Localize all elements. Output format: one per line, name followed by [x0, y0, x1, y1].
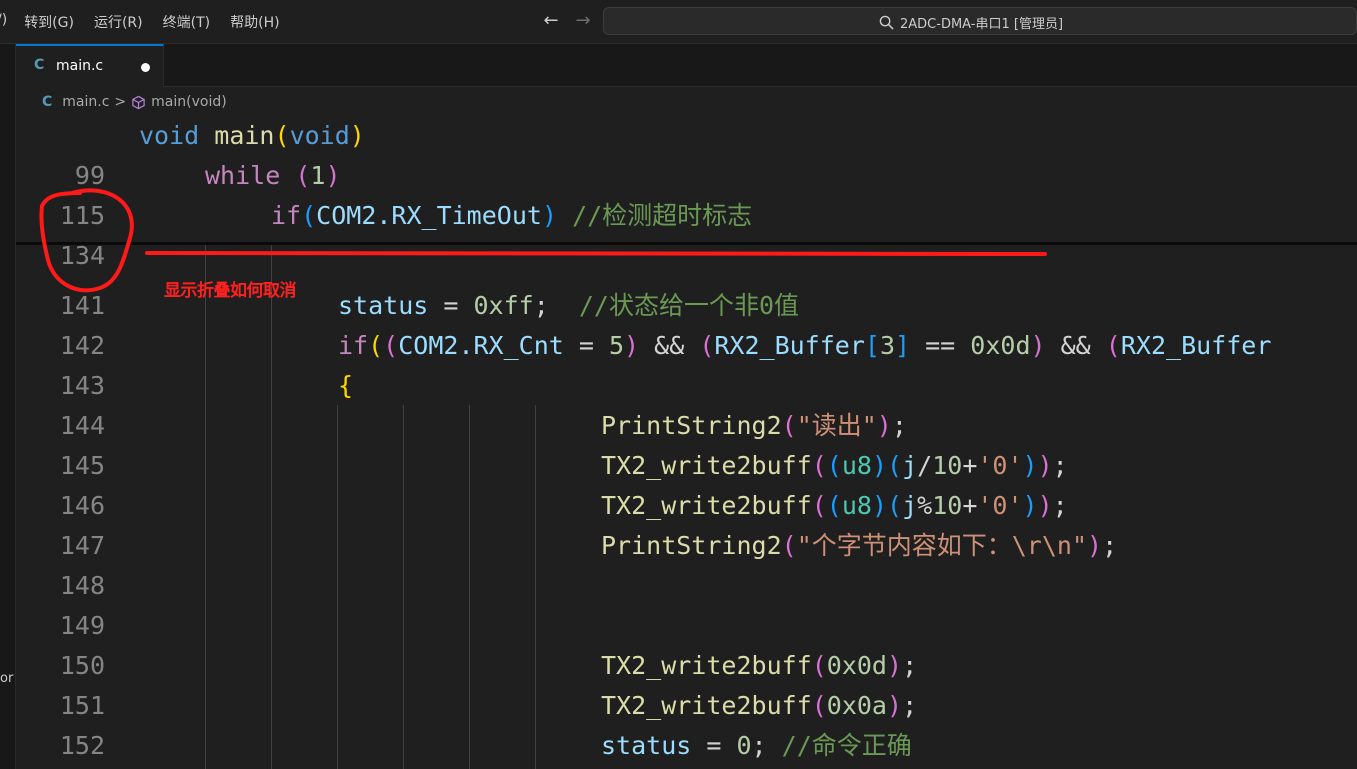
search-text: 2ADC-DMA-串口1 [管理员] [900, 17, 1064, 32]
c-file-icon: C [34, 57, 45, 73]
title-bar: /) 转到(G) 运行(R) 终端(T) 帮助(H) ← → 2ADC-DMA-… [0, 0, 1357, 44]
command-center-search[interactable]: 2ADC-DMA-串口1 [管理员] [603, 7, 1357, 35]
forward-arrow-icon[interactable]: → [567, 10, 599, 31]
code-text: while (1) [205, 161, 341, 190]
activity-bar [0, 44, 16, 769]
breadcrumb-file[interactable]: main.c [62, 94, 109, 110]
activity-partial-text: or [0, 671, 14, 686]
navigation-arrows: ← → [535, 10, 599, 31]
code-line[interactable]: 146 TX2_write2buff((u8)(j/10+'0')); [16, 446, 1357, 520]
code-text: if((COM2.RX_Cnt = 5) && (RX2_Buffer[3] =… [338, 331, 1272, 360]
method-cube-icon [132, 95, 145, 109]
sticky-line[interactable]: 99 void main(void) [16, 116, 1357, 190]
tab-main-c[interactable]: C main.c [16, 44, 164, 87]
breadcrumb: C main.c > main(void) [42, 92, 227, 112]
code-text: if(COM2.RX_TimeOut) //检测超时标志 [271, 201, 753, 230]
menu-item-partial[interactable]: /) [0, 12, 7, 32]
code-line[interactable]: 145 PrintString2("读出"); [16, 406, 1357, 480]
sticky-scroll-shadow [16, 242, 1357, 245]
annotation-text: 显示折叠如何取消 [164, 281, 297, 301]
code-text: PrintString2("个字节内容如下：\r\n"); [601, 531, 1118, 560]
code-text: TX2_write2buff((u8)(j%10+'0')); [601, 491, 1068, 520]
code-line[interactable]: 150 [16, 606, 1357, 680]
code-text: TX2_write2buff(0x0a); [601, 691, 918, 720]
code-text: void main(void) [139, 121, 365, 150]
back-arrow-icon[interactable]: ← [535, 10, 567, 31]
code-text: TX2_write2buff(0x0d); [601, 651, 918, 680]
c-file-icon: C [42, 94, 53, 110]
code-text: TX2_write2buff((u8)(j/10+'0')); [601, 451, 1068, 480]
menu-item-terminal[interactable]: 终端(T) [163, 12, 210, 32]
code-text: PrintString2("读出"); [601, 411, 907, 440]
sticky-line[interactable]: 134 if(COM2.RX_TimeOut) //检测超时标志 [16, 196, 1357, 270]
code-line[interactable]: 144 { [16, 366, 1357, 440]
code-line[interactable]: 148 PrintString2("个字节内容如下：\r\n"); [16, 526, 1357, 600]
search-content: 2ADC-DMA-串口1 [管理员] [879, 13, 1063, 32]
sticky-line[interactable]: 115 while (1) [16, 156, 1357, 230]
code-line[interactable]: 152 TX2_write2buff(0x0a); [16, 686, 1357, 760]
code-line[interactable]: 153 status = 0; //命令正确 [16, 726, 1357, 766]
unsaved-dot-icon[interactable] [141, 63, 150, 72]
code-text: status = 0xff; //状态给一个非0值 [338, 291, 800, 320]
code-editor[interactable]: 141 142 status = 0xff; //状态给一个非0值 143 if… [16, 116, 1357, 769]
tab-label: main.c [56, 58, 104, 74]
breadcrumb-symbol[interactable]: main(void) [151, 94, 227, 110]
search-icon [879, 15, 894, 30]
tab-bar: C main.c [16, 44, 1357, 87]
code-text: { [338, 371, 354, 400]
menu-item-run[interactable]: 运行(R) [94, 12, 143, 32]
code-line[interactable]: 149 [16, 566, 1357, 640]
menu-item-goto[interactable]: 转到(G) [24, 12, 74, 32]
breadcrumb-separator: > [114, 94, 127, 110]
menu-bar: /) 转到(G) 运行(R) 终端(T) 帮助(H) [0, 12, 300, 32]
code-text: status = 0; //命令正确 [601, 731, 912, 760]
menu-item-help[interactable]: 帮助(H) [230, 12, 279, 32]
code-line[interactable]: 151 TX2_write2buff(0x0d); [16, 646, 1357, 720]
code-line[interactable]: 143 if((COM2.RX_Cnt = 5) && (RX2_Buffer[… [16, 326, 1357, 400]
code-line[interactable]: 147 TX2_write2buff((u8)(j%10+'0')); [16, 486, 1357, 560]
